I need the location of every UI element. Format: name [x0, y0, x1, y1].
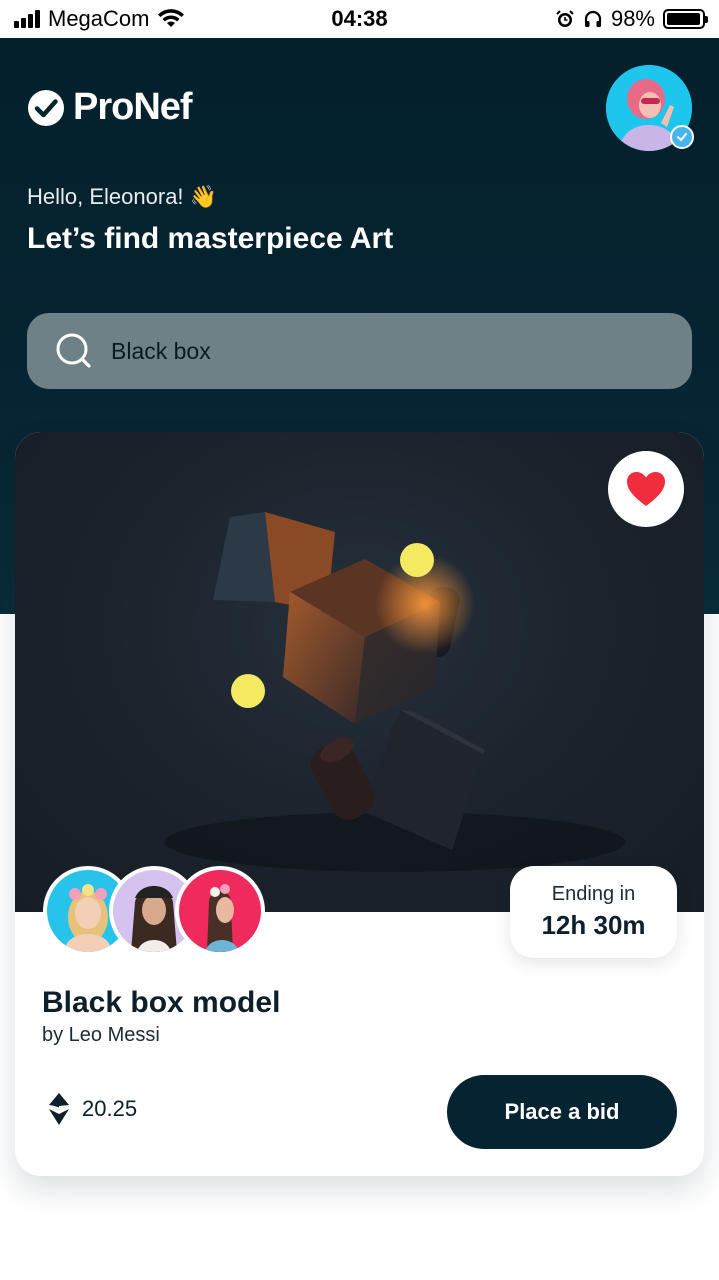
search-input[interactable]: Black box	[27, 313, 692, 389]
artwork-image	[15, 432, 704, 912]
check-circle-icon	[28, 89, 64, 126]
favorite-button[interactable]	[608, 451, 684, 527]
artwork-author: by Leo Messi	[42, 1024, 160, 1046]
place-bid-button[interactable]: Place a bid	[447, 1075, 677, 1149]
wave-emoji-icon: 👋	[189, 184, 217, 209]
bidder-avatar[interactable]	[175, 866, 265, 956]
auction-timer: Ending in 12h 30m	[510, 866, 677, 958]
heart-icon	[627, 472, 665, 506]
battery-level	[667, 13, 701, 25]
price-value: 20.25	[82, 1096, 138, 1121]
ethereum-icon	[49, 1093, 69, 1125]
battery-percent: 98%	[610, 6, 655, 31]
headphones-icon	[584, 10, 602, 27]
status-left: MegaCom	[14, 6, 185, 32]
app-logo[interactable]: ProNef	[27, 86, 193, 129]
verified-badge-icon	[670, 125, 694, 149]
search-icon	[56, 333, 91, 368]
page-title: Let’s find masterpiece Art	[27, 222, 394, 255]
artwork-title: Black box model	[42, 986, 281, 1019]
search-value: Black box	[111, 337, 211, 364]
carrier-name: MegaCom	[48, 6, 150, 31]
alarm-icon	[556, 10, 574, 27]
ending-label: Ending in	[551, 883, 636, 905]
wifi-icon	[158, 9, 185, 27]
artwork-price: 20.25	[48, 1092, 137, 1126]
battery-icon	[663, 9, 708, 29]
ending-value: 12h 30m	[541, 910, 646, 940]
greeting-text: Hello, Eleonora!	[27, 184, 184, 209]
status-bar: MegaCom 04:38 98%	[0, 0, 719, 38]
app-name: ProNef	[73, 86, 193, 128]
user-avatar[interactable]	[606, 65, 694, 151]
bidder-avatars[interactable]	[43, 866, 273, 956]
signal-icon	[14, 10, 40, 28]
featured-art-card[interactable]: Ending in 12h 30m Black box model by Leo…	[15, 432, 704, 1176]
greeting: Hello, Eleonora! 👋	[27, 184, 217, 210]
artwork-illustration	[165, 512, 625, 872]
status-right: 98%	[555, 6, 708, 32]
